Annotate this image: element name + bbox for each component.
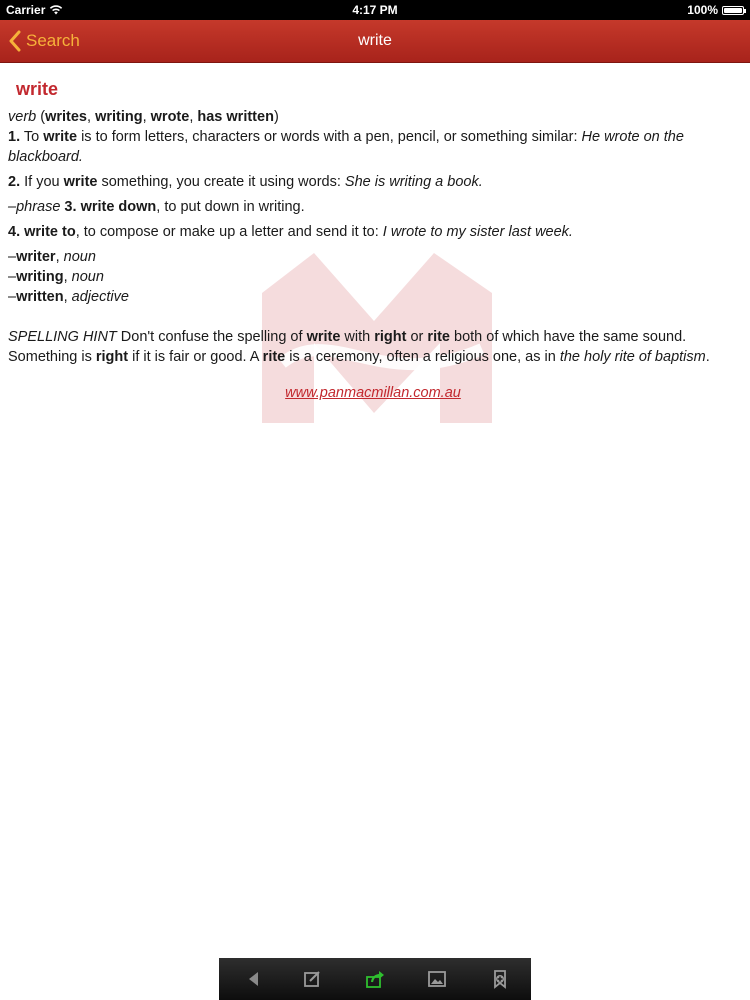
phrase-label: –phrase: [8, 199, 61, 215]
dictionary-entry: write verb (writes, writing, wrote, has …: [8, 79, 738, 403]
derived-item: –writer, noun: [8, 247, 738, 267]
derived-pos: noun: [71, 269, 104, 285]
hint-text: Don't confuse the spelling of: [116, 329, 307, 345]
sense-number: 1.: [8, 129, 21, 145]
image-icon: [428, 971, 446, 987]
part-of-speech: verb: [8, 109, 37, 125]
sense-number: 2.: [8, 174, 21, 190]
separator: ,: [142, 109, 151, 125]
separator: ,: [55, 249, 64, 265]
paren-close: ): [273, 109, 279, 125]
separator: ,: [63, 289, 72, 305]
sense-text: , to compose or make up a letter and sen…: [75, 224, 383, 240]
publisher-link-row: www.panmacmillan.com.au: [8, 383, 738, 403]
sense-text: is to form letters, characters or words …: [77, 129, 582, 145]
derived-word: writer: [16, 249, 56, 265]
hint-keyword: right: [374, 329, 407, 345]
dash: –: [8, 289, 17, 305]
publisher-link[interactable]: www.panmacmillan.com.au: [285, 385, 461, 401]
phrase-keyword: write down: [80, 199, 157, 215]
sense-1: 1. To write is to form letters, characte…: [8, 127, 738, 167]
hint-text: is a ceremony, often a religious one, as…: [285, 349, 560, 365]
phrase-keyword: write to: [20, 224, 76, 240]
page-title: write: [358, 32, 392, 49]
spelling-hint: SPELLING HINT Don't confuse the spelling…: [8, 327, 738, 367]
spelling-hint-label: SPELLING HINT: [8, 329, 117, 345]
derived-item: –written, adjective: [8, 287, 738, 307]
dash: –: [8, 269, 17, 285]
hint-example: the holy rite of baptism: [559, 349, 706, 365]
sense-keyword: write: [63, 174, 98, 190]
bookmark-add-button[interactable]: [487, 966, 513, 992]
battery-group: 100%: [687, 3, 746, 17]
inflection-form: writes: [45, 109, 87, 125]
sense-3: –phrase 3. write down, to put down in wr…: [8, 197, 738, 217]
derived-forms: –writer, noun –writing, noun –written, a…: [8, 247, 738, 307]
hint-text: if it is fair or good. A: [128, 349, 263, 365]
inflection-form: has written: [197, 109, 274, 125]
dash: –: [8, 249, 17, 265]
derived-pos: adjective: [71, 289, 129, 305]
hint-keyword: rite: [262, 349, 286, 365]
paren-open: (: [36, 109, 46, 125]
sense-number: 3.: [60, 199, 81, 215]
edit-button[interactable]: [299, 966, 325, 992]
back-arrow-button[interactable]: [241, 966, 267, 992]
battery-percent: 100%: [687, 3, 718, 17]
derived-item: –writing, noun: [8, 267, 738, 287]
sense-text: , to put down in writing.: [156, 199, 305, 215]
entry-content: write verb (writes, writing, wrote, has …: [0, 63, 750, 958]
separator: ,: [87, 109, 96, 125]
headword: write: [16, 79, 59, 99]
back-arrow-icon: [249, 972, 258, 986]
derived-word: writing: [16, 269, 64, 285]
separator: ,: [63, 269, 72, 285]
sense-4: 4. write to, to compose or make up a let…: [8, 222, 738, 242]
inflection-form: writing: [95, 109, 143, 125]
sense-text: something, you create it using words:: [97, 174, 345, 190]
share-icon: [366, 971, 384, 988]
sense-number: 4.: [8, 224, 21, 240]
sense-text: If you: [20, 174, 64, 190]
sense-example: She is writing a book.: [344, 174, 483, 190]
inflections-line: verb (writes, writing, wrote, has writte…: [8, 107, 738, 127]
share-button[interactable]: [362, 966, 388, 992]
hint-text: .: [705, 349, 710, 365]
hint-text: or: [406, 329, 428, 345]
bottom-toolbar: [219, 958, 531, 1000]
battery-icon: [722, 5, 746, 15]
inflection-form: wrote: [150, 109, 190, 125]
status-bar: Carrier 4:17 PM 100%: [0, 0, 750, 20]
sense-example: I wrote to my sister last week.: [382, 224, 573, 240]
hint-keyword: right: [95, 349, 129, 365]
status-time: 4:17 PM: [352, 3, 398, 17]
navigation-bar: Search write: [0, 20, 750, 63]
derived-pos: noun: [63, 249, 96, 265]
bookmark-add-icon: [494, 970, 506, 989]
hint-keyword: write: [306, 329, 341, 345]
derived-word: written: [16, 289, 64, 305]
sense-text: To: [20, 129, 44, 145]
sense-keyword: write: [43, 129, 78, 145]
hint-text: with: [340, 329, 375, 345]
image-button[interactable]: [424, 966, 450, 992]
edit-icon: [304, 971, 320, 987]
sense-2: 2. If you write something, you create it…: [8, 172, 738, 192]
hint-keyword: rite: [427, 329, 450, 345]
